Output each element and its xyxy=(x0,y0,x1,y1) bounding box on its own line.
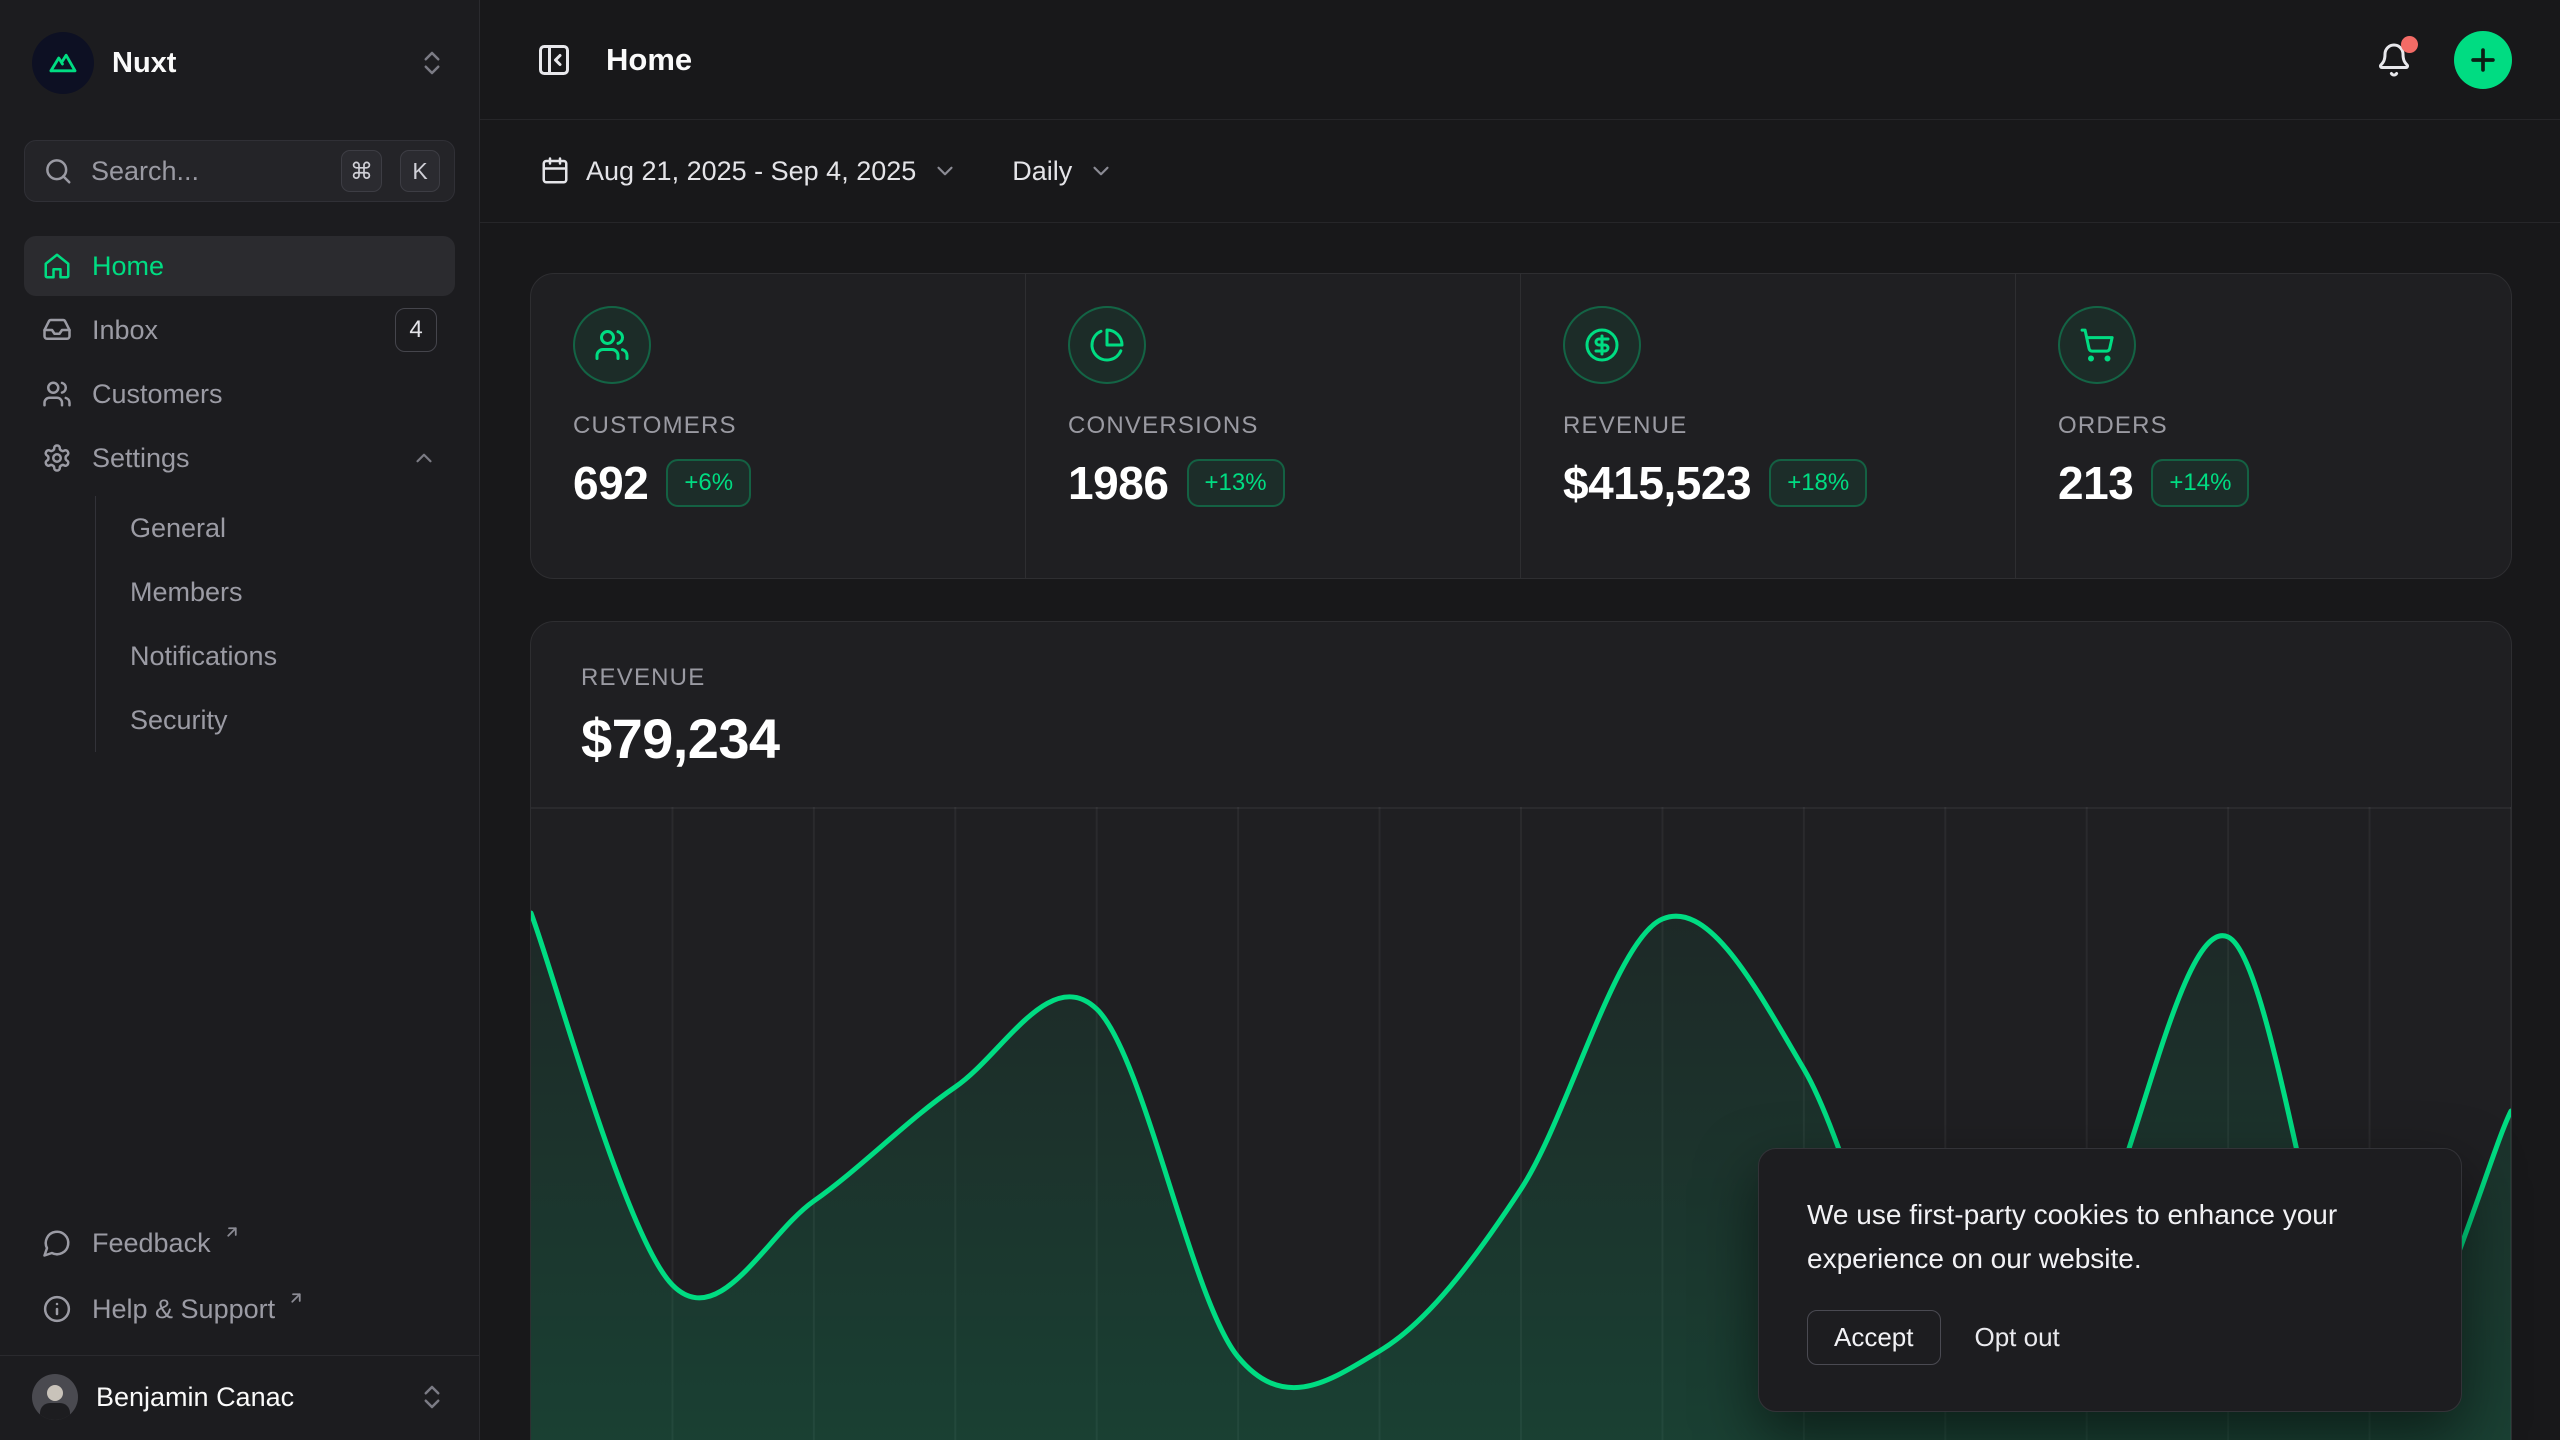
search-input[interactable]: Search... ⌘ K xyxy=(24,140,455,202)
search-placeholder: Search... xyxy=(91,156,323,187)
settings-subnav: General Members Notifications Security xyxy=(95,496,455,752)
user-menu[interactable]: Benjamin Canac xyxy=(0,1355,479,1440)
sidebar-item-label: Settings xyxy=(92,443,391,474)
chevron-up-icon xyxy=(411,445,437,471)
subnav-label: General xyxy=(130,513,226,544)
stat-label: CUSTOMERS xyxy=(573,412,983,440)
revenue-chart-value: $79,234 xyxy=(581,706,2461,771)
stats-card: CUSTOMERS 692 +6% CONVERSIONS 1986 +13% xyxy=(530,273,2512,579)
sidebar-item-label: Home xyxy=(92,251,437,282)
notification-dot-badge xyxy=(2401,36,2418,53)
search-icon xyxy=(43,156,73,186)
sidebar-item-general[interactable]: General xyxy=(96,496,455,560)
help-support-link[interactable]: Help & Support xyxy=(24,1279,455,1339)
chevron-down-icon xyxy=(932,158,958,184)
chevron-up-down-icon xyxy=(417,1382,447,1412)
calendar-icon xyxy=(540,156,570,186)
subnav-label: Members xyxy=(130,577,243,608)
inbox-icon xyxy=(42,315,72,345)
add-button[interactable] xyxy=(2454,31,2512,89)
sidebar-item-settings[interactable]: Settings xyxy=(24,428,455,488)
user-name: Benjamin Canac xyxy=(96,1382,399,1413)
info-icon xyxy=(42,1294,72,1324)
sidebar-footer-links: Feedback Help & Support xyxy=(24,1213,455,1355)
stat-delta-badge: +13% xyxy=(1187,459,1285,507)
stat-value: $415,523 xyxy=(1563,456,1751,510)
subnav-label: Notifications xyxy=(130,641,277,672)
sidebar-item-label: Inbox xyxy=(92,315,375,346)
sidebar-nav: Home Inbox 4 Customers Settings Ge xyxy=(24,236,455,752)
home-icon xyxy=(42,251,72,281)
subnav-label: Security xyxy=(130,705,228,736)
external-link-icon xyxy=(287,1289,305,1307)
cookie-banner: We use first-party cookies to enhance yo… xyxy=(1758,1148,2462,1412)
stat-label: CONVERSIONS xyxy=(1068,412,1478,440)
stat-label: REVENUE xyxy=(1563,412,1973,440)
stat-value: 1986 xyxy=(1068,456,1169,510)
revenue-chart-label: REVENUE xyxy=(581,664,2461,692)
gear-icon xyxy=(42,443,72,473)
cookie-message: We use first-party cookies to enhance yo… xyxy=(1807,1193,2413,1280)
external-link-icon xyxy=(223,1223,241,1241)
sidebar-item-home[interactable]: Home xyxy=(24,236,455,296)
stat-customers[interactable]: CUSTOMERS 692 +6% xyxy=(531,274,1026,578)
users-icon xyxy=(42,379,72,409)
sidebar-item-inbox[interactable]: Inbox 4 xyxy=(24,300,455,360)
dollar-circle-icon xyxy=(1563,306,1641,384)
filter-bar: Aug 21, 2025 - Sep 4, 2025 Daily xyxy=(480,120,2560,223)
sidebar-item-customers[interactable]: Customers xyxy=(24,364,455,424)
date-range-label: Aug 21, 2025 - Sep 4, 2025 xyxy=(586,156,916,187)
pie-chart-icon xyxy=(1068,306,1146,384)
sidebar-item-label: Customers xyxy=(92,379,437,410)
sidebar-item-notifications[interactable]: Notifications xyxy=(96,624,455,688)
kbd-k: K xyxy=(400,150,440,192)
sidebar-item-security[interactable]: Security xyxy=(96,688,455,752)
opt-out-button[interactable]: Opt out xyxy=(1957,1311,2078,1364)
team-switcher[interactable]: Nuxt xyxy=(24,26,455,100)
stat-value: 213 xyxy=(2058,456,2133,510)
sidebar-item-members[interactable]: Members xyxy=(96,560,455,624)
stat-orders[interactable]: ORDERS 213 +14% xyxy=(2016,274,2511,578)
sidebar: Nuxt Search... ⌘ K Home Inbox 4 xyxy=(0,0,480,1440)
accept-button[interactable]: Accept xyxy=(1807,1310,1941,1365)
stat-label: ORDERS xyxy=(2058,412,2469,440)
page-title: Home xyxy=(606,42,2342,78)
stat-delta-badge: +14% xyxy=(2151,459,2249,507)
feedback-link[interactable]: Feedback xyxy=(24,1213,455,1273)
kbd-cmd: ⌘ xyxy=(341,150,382,192)
date-range-button[interactable]: Aug 21, 2025 - Sep 4, 2025 xyxy=(528,146,970,197)
notifications-button[interactable] xyxy=(2368,34,2420,86)
team-name: Nuxt xyxy=(112,47,399,80)
shopping-cart-icon xyxy=(2058,306,2136,384)
nuxt-logo-icon xyxy=(32,32,94,94)
sidebar-collapse-button[interactable] xyxy=(528,34,580,86)
topbar: Home xyxy=(480,0,2560,120)
feedback-label: Feedback xyxy=(92,1228,211,1259)
stat-delta-badge: +6% xyxy=(666,459,751,507)
panel-left-close-icon xyxy=(536,42,572,78)
stat-conversions[interactable]: CONVERSIONS 1986 +13% xyxy=(1026,274,1521,578)
inbox-count-badge: 4 xyxy=(395,308,437,352)
stat-delta-badge: +18% xyxy=(1769,459,1867,507)
granularity-select[interactable]: Daily xyxy=(1000,146,1126,197)
stat-value: 692 xyxy=(573,456,648,510)
granularity-label: Daily xyxy=(1012,156,1072,187)
avatar xyxy=(32,1374,78,1420)
chevron-down-icon xyxy=(1088,158,1114,184)
feedback-icon xyxy=(42,1228,72,1258)
main-area: Home Aug 21, 2025 - Sep 4, 2025 Daily xyxy=(480,0,2560,1440)
stat-revenue[interactable]: REVENUE $415,523 +18% xyxy=(1521,274,2016,578)
help-support-label: Help & Support xyxy=(92,1294,275,1325)
users-icon xyxy=(573,306,651,384)
plus-icon xyxy=(2466,43,2500,77)
chevron-up-down-icon xyxy=(417,48,447,78)
